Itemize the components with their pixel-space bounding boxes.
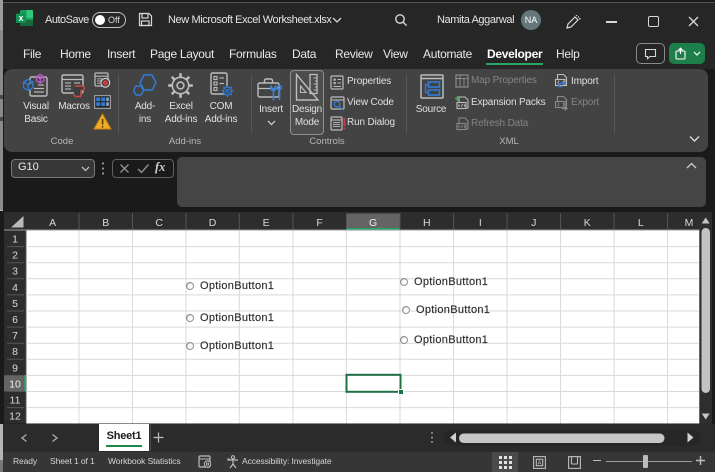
- svg-text:3: 3: [12, 266, 18, 278]
- svg-text:6: 6: [12, 314, 18, 326]
- svg-text:7: 7: [12, 330, 18, 342]
- svg-text:C: C: [155, 217, 163, 229]
- svg-text:J: J: [531, 217, 536, 229]
- svg-text:8: 8: [12, 346, 18, 358]
- svg-text:A: A: [49, 217, 56, 229]
- svg-text:G: G: [369, 217, 377, 229]
- svg-text:B: B: [102, 217, 109, 229]
- svg-text:L: L: [638, 217, 644, 229]
- svg-text:12: 12: [9, 411, 21, 423]
- svg-text:1: 1: [12, 234, 18, 246]
- svg-text:F: F: [316, 217, 322, 229]
- svg-text:D: D: [209, 217, 217, 229]
- svg-text:x: x: [18, 13, 23, 23]
- svg-text:A: A: [538, 461, 542, 467]
- svg-text:M: M: [685, 217, 694, 229]
- svg-text:11: 11: [10, 395, 21, 407]
- svg-text:9: 9: [12, 362, 18, 374]
- svg-text:H: H: [423, 217, 431, 229]
- svg-text:E: E: [263, 217, 270, 229]
- svg-text:4: 4: [12, 282, 18, 294]
- svg-text:I: I: [479, 217, 482, 229]
- svg-text:K: K: [584, 217, 591, 229]
- svg-text:2: 2: [12, 250, 18, 262]
- svg-text:5: 5: [12, 298, 18, 310]
- svg-text:10: 10: [9, 378, 21, 390]
